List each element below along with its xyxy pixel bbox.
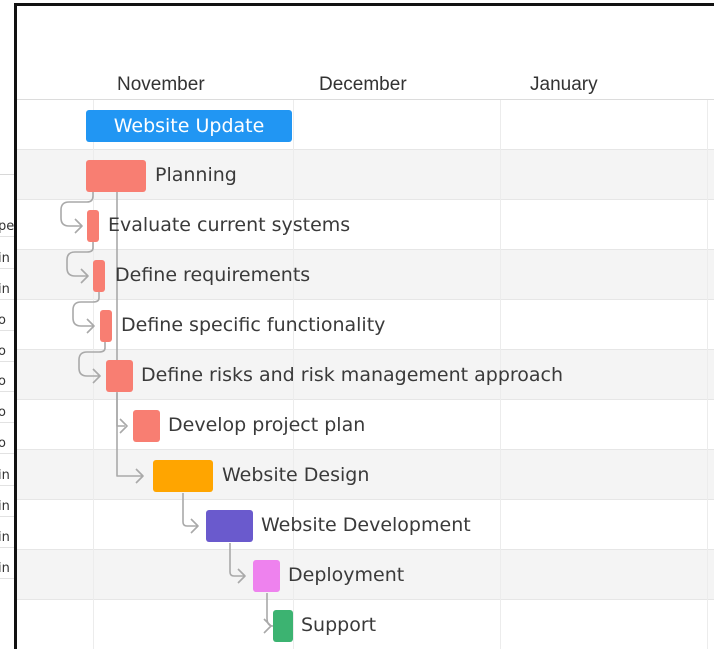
task-bar-support[interactable] — [273, 610, 293, 642]
task-label-define-requirements: Define requirements — [115, 264, 311, 286]
task-label-develop-project-plan: Develop project plan — [168, 414, 366, 436]
left-grid-cell: in — [0, 528, 15, 548]
task-bar-develop-project-plan[interactable] — [133, 410, 160, 442]
task-label-website-development: Website Development — [261, 514, 471, 536]
left-grid-cell: in — [0, 280, 15, 300]
dependency-link — [229, 543, 244, 577]
left-grid-cell: o — [0, 434, 15, 454]
task-label-deployment: Deployment — [288, 564, 405, 586]
gantt-chart: November December January Website Update… — [14, 3, 714, 649]
left-grid-cell: o — [0, 403, 15, 423]
task-bar-deployment[interactable] — [253, 560, 280, 592]
task-bar-website-development[interactable] — [206, 510, 253, 542]
task-label-define-specific-functionality: Define specific functionality — [121, 314, 386, 336]
left-grid-cell: o — [0, 372, 15, 392]
task-label-evaluate-current-systems: Evaluate current systems — [108, 214, 351, 236]
left-grid-cell: pe — [0, 217, 15, 237]
left-grid-cell: in — [0, 466, 15, 486]
left-grid-cell: o — [0, 342, 15, 362]
task-label-define-risks: Define risks and risk management approac… — [141, 364, 564, 386]
task-bar-evaluate-current-systems[interactable] — [87, 210, 99, 242]
dependency-link — [72, 288, 100, 327]
task-bar-planning[interactable] — [86, 160, 146, 192]
project-summary-bar[interactable]: Website Update — [86, 110, 292, 142]
left-grid-cell: in — [0, 249, 15, 269]
task-bar-define-requirements[interactable] — [93, 260, 105, 292]
task-bar-define-risks[interactable] — [106, 360, 133, 392]
task-label-planning: Planning — [155, 164, 237, 186]
task-bar-website-design[interactable] — [153, 460, 213, 492]
dependency-link — [182, 493, 197, 527]
dependency-link — [78, 338, 106, 377]
task-bar-define-specific-functionality[interactable] — [100, 310, 112, 342]
left-grid-cell: in — [0, 497, 15, 517]
task-label-support: Support — [301, 614, 377, 636]
left-grid-cell: in — [0, 559, 15, 579]
dependency-link — [66, 238, 94, 277]
task-label-website-design: Website Design — [222, 464, 370, 486]
left-grid-cell: o — [0, 311, 15, 331]
